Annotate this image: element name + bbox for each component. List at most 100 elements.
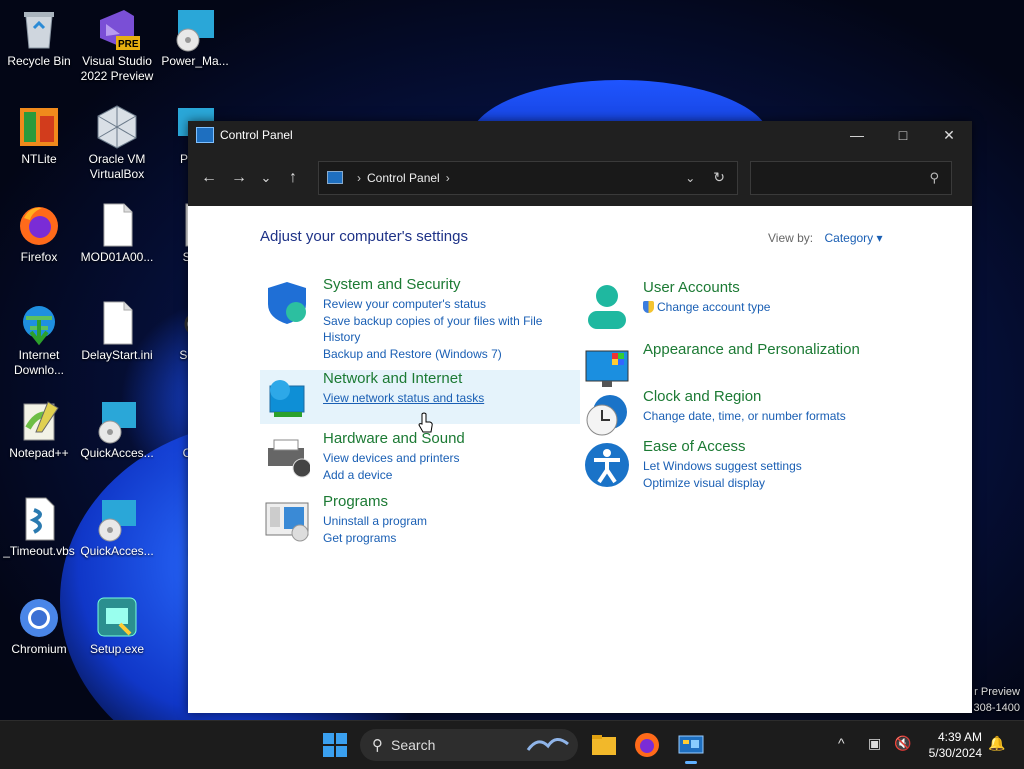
desktop-icon-label: DelayStart.ini <box>81 348 153 362</box>
desktop-icon-label: Setup.exe <box>89 642 145 656</box>
link-add-device[interactable]: Add a device <box>323 467 563 483</box>
disc-shortcut-icon <box>172 6 218 52</box>
breadcrumb-separator[interactable]: › <box>446 171 450 185</box>
desktop-icon-label: Visual Studio 2022 Preview <box>80 54 154 83</box>
minimize-button[interactable]: — <box>834 121 880 149</box>
disc-shortcut-icon <box>94 398 140 444</box>
link-backup-restore[interactable]: Backup and Restore (Windows 7) <box>323 346 563 362</box>
desktop-icon-mod01a00[interactable]: MOD01A00... <box>78 196 156 265</box>
category-title[interactable]: Programs <box>323 493 388 510</box>
file-explorer-icon[interactable] <box>590 731 618 759</box>
desktop-icon-setup-exe[interactable]: Setup.exe <box>78 588 156 657</box>
forward-button[interactable]: → <box>224 169 254 187</box>
monitor-palette-icon <box>584 345 630 391</box>
desktop-icon-internet-download-manager[interactable]: Internet Downlo... <box>0 294 78 378</box>
category-clock-and-region: Clock and Region Change date, time, or n… <box>580 388 900 440</box>
desktop-icon-label: Oracle VM VirtualBox <box>88 152 146 181</box>
category-title[interactable]: System and Security <box>323 276 461 293</box>
printer-icon <box>264 434 312 480</box>
taskbar-search[interactable]: ⚲ Search <box>360 729 578 761</box>
notification-bell-icon[interactable]: 🔔 <box>988 735 1005 752</box>
desktop-icon-chromium[interactable]: Chromium <box>0 588 78 657</box>
globe-download-icon <box>16 300 62 346</box>
desktop-icon-label: Recycle Bin <box>7 54 71 68</box>
category-title[interactable]: Clock and Region <box>643 388 761 405</box>
desktop-icon-label: Chromium <box>11 642 67 656</box>
control-panel-content: Adjust your computer's settings View by:… <box>188 206 972 713</box>
link-review-status[interactable]: Review your computer's status <box>323 296 563 312</box>
up-button[interactable]: ↑ <box>278 169 308 187</box>
back-button[interactable]: ← <box>194 169 224 187</box>
desktop-icon-ntlite[interactable]: NTLite <box>0 98 78 167</box>
desktop-icon-notepad-plus-plus[interactable]: Notepad++ <box>0 392 78 461</box>
link-change-account-type[interactable]: Change account type <box>643 299 883 315</box>
firefox-icon <box>16 202 62 248</box>
view-by: View by: Category ▾ <box>768 231 883 245</box>
desktop-icon-label: MOD01A00... <box>80 250 154 264</box>
notepad-plus-plus-icon <box>16 398 62 444</box>
page-title: Adjust your computer's settings <box>260 228 468 245</box>
desktop-icon-delaystart[interactable]: DelayStart.ini <box>78 294 156 363</box>
search-highlight-icon <box>526 732 570 759</box>
category-programs: Programs Uninstall a program Get program… <box>260 493 580 551</box>
desktop-icon-label: Power_Ma... <box>161 54 229 68</box>
desktop-icon-quickaccess-2[interactable]: QuickAcces... <box>78 490 156 559</box>
link-network-status[interactable]: View network status and tasks <box>323 390 563 406</box>
desktop-icon-virtualbox[interactable]: Oracle VM VirtualBox <box>78 98 156 182</box>
category-title[interactable]: Appearance and Personalization <box>643 341 860 358</box>
watermark-build: 308-1400 <box>973 702 1021 714</box>
link-date-time-formats[interactable]: Change date, time, or number formats <box>643 408 893 424</box>
address-bar[interactable]: › Control Panel › ⌄ ↻ <box>318 160 738 195</box>
control-panel-icon <box>196 127 214 143</box>
desktop-icon-timeout-vbs[interactable]: _Timeout.vbs <box>0 490 78 559</box>
breadcrumb-control-panel[interactable]: Control Panel <box>367 171 440 185</box>
breadcrumb-separator: › <box>357 170 361 185</box>
desktop-icon-label: Firefox <box>20 250 58 264</box>
shield-icon <box>264 280 310 326</box>
network-monitor-icon[interactable]: ▣ <box>868 735 881 752</box>
programs-icon <box>264 497 310 543</box>
taskbar: ⚲ Search ^ ▣ 🔇 4:39 AM 5/30/2024 🔔 <box>0 720 1024 769</box>
active-indicator <box>685 761 697 764</box>
start-button[interactable] <box>321 731 349 759</box>
volume-muted-icon[interactable]: 🔇 <box>894 735 911 752</box>
network-globe-icon <box>264 374 310 420</box>
desktop-icon-firefox[interactable]: Firefox <box>0 196 78 265</box>
link-uninstall-program[interactable]: Uninstall a program <box>323 513 563 529</box>
category-title[interactable]: Hardware and Sound <box>323 430 465 447</box>
desktop-icon-label: _Timeout.vbs <box>3 544 75 558</box>
link-devices-printers[interactable]: View devices and printers <box>323 450 563 466</box>
view-by-dropdown[interactable]: Category ▾ <box>824 231 882 245</box>
search-input[interactable]: ⚲ <box>750 160 952 195</box>
clock-globe-icon <box>584 392 630 438</box>
category-appearance-and-personalization: Appearance and Personalization <box>580 341 900 387</box>
link-file-history[interactable]: Save backup copies of your files with Fi… <box>323 313 563 345</box>
desktop-icon-label: QuickAcces... <box>80 446 154 460</box>
close-button[interactable]: ✕ <box>926 121 972 149</box>
desktop-icon-visual-studio[interactable]: PRE Visual Studio 2022 Preview <box>78 0 156 84</box>
category-title[interactable]: Ease of Access <box>643 438 746 455</box>
control-panel-taskbar-icon[interactable] <box>677 731 705 764</box>
desktop-icon-power-ma[interactable]: Power_Ma... <box>156 0 234 69</box>
link-get-programs[interactable]: Get programs <box>323 530 563 546</box>
category-user-accounts: User Accounts Change account type <box>580 279 900 331</box>
desktop-icon-quickaccess-1[interactable]: QuickAcces... <box>78 392 156 461</box>
link-windows-suggest-settings[interactable]: Let Windows suggest settings <box>643 458 883 474</box>
maximize-button[interactable]: □ <box>880 121 926 149</box>
category-title[interactable]: User Accounts <box>643 279 740 296</box>
tray-overflow-chevron-icon[interactable]: ^ <box>838 735 845 751</box>
category-title[interactable]: Network and Internet <box>323 370 462 387</box>
title-bar[interactable]: Control Panel — □ ✕ <box>188 121 972 149</box>
recycle-bin-icon <box>16 6 62 52</box>
desktop-icon-label: NTLite <box>21 152 57 166</box>
clock-date: 5/30/2024 <box>928 746 982 760</box>
link-optimize-visual-display[interactable]: Optimize visual display <box>643 475 883 491</box>
recent-locations-button[interactable]: ⌄ <box>254 170 278 186</box>
refresh-icon[interactable]: ↻ <box>713 169 725 186</box>
watermark-text: r Preview <box>974 686 1020 698</box>
taskbar-clock[interactable]: 4:39 AM 5/30/2024 <box>929 729 982 761</box>
firefox-taskbar-icon[interactable] <box>633 731 661 759</box>
address-dropdown-chevron-icon[interactable]: ⌄ <box>685 171 695 185</box>
desktop-icon-recycle-bin[interactable]: Recycle Bin <box>0 0 78 69</box>
accessibility-icon <box>584 442 630 488</box>
